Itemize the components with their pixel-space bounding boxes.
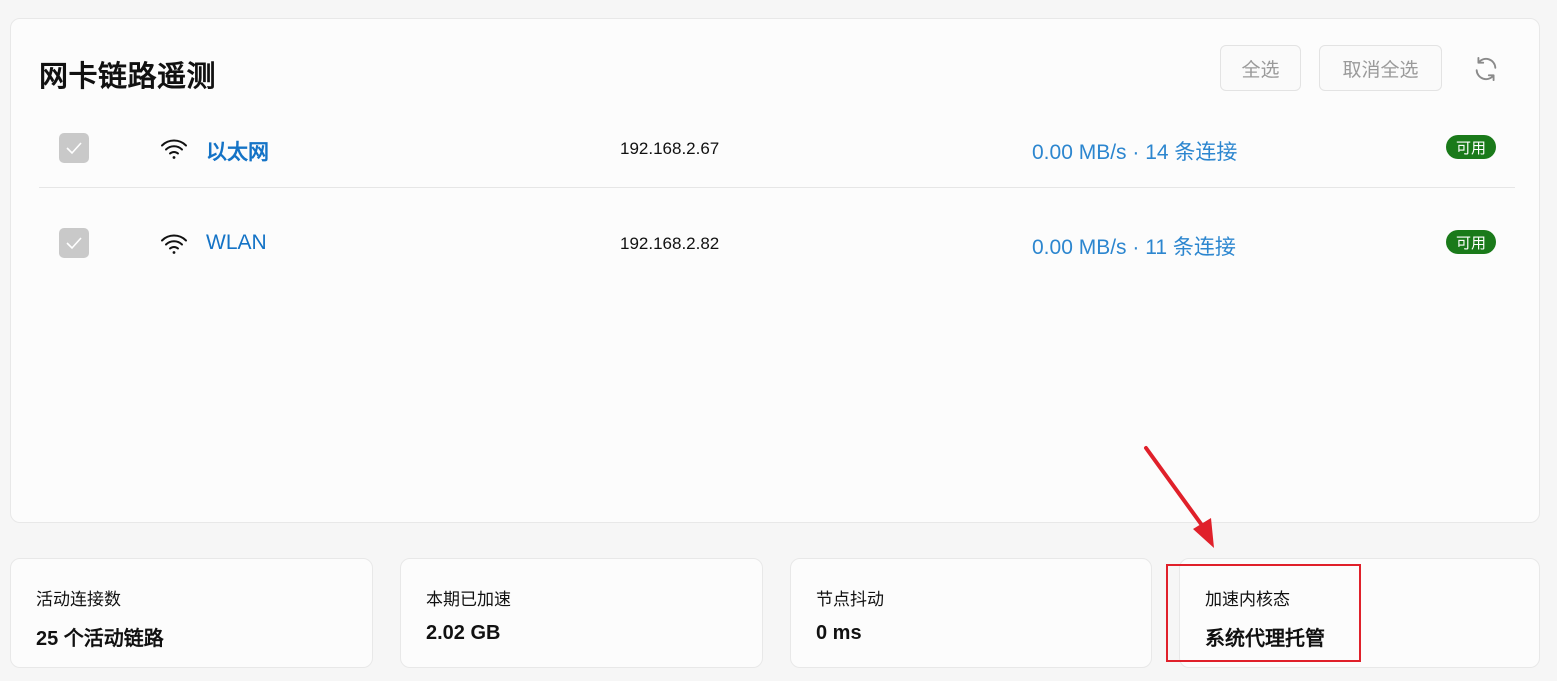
stat-label: 节点抖动 <box>816 590 884 609</box>
annotation-arrow-icon <box>1144 446 1214 548</box>
interface-ip: 192.168.2.82 <box>620 234 720 253</box>
check-icon <box>66 237 82 250</box>
interface-name[interactable]: 以太网 <box>206 136 269 166</box>
interface-row: 以太网 192.168.2.67 0.00 MB/s · 14 条连接 可用 <box>39 111 1515 188</box>
stat-card-jitter: 节点抖动 0 ms <box>790 558 1152 668</box>
nic-telemetry-panel: 网卡链路遥测 全选 取消全选 以太网 192.168.2.67 0.00 MB/… <box>10 18 1540 523</box>
stat-label: 本期已加速 <box>426 590 511 609</box>
check-icon <box>66 142 82 155</box>
annotation-highlight-box <box>1166 564 1361 662</box>
stat-value: 0 ms <box>816 622 862 644</box>
interface-checkbox[interactable] <box>59 133 89 163</box>
stat-card-accelerated: 本期已加速 2.02 GB <box>400 558 763 668</box>
stat-label: 活动连接数 <box>36 590 121 609</box>
page: 网卡链路遥测 全选 取消全选 以太网 192.168.2.67 0.00 MB/… <box>0 0 1557 681</box>
interface-ip: 192.168.2.67 <box>620 139 720 158</box>
panel-title: 网卡链路遥测 <box>39 61 217 93</box>
status-badge: 可用 <box>1446 230 1496 254</box>
select-all-button[interactable]: 全选 <box>1220 45 1301 91</box>
wifi-icon <box>160 138 188 160</box>
wifi-icon <box>160 233 188 255</box>
interface-speed: 0.00 MB/s · 14 条连接 <box>1032 141 1238 164</box>
deselect-all-button[interactable]: 取消全选 <box>1319 45 1442 91</box>
refresh-icon[interactable] <box>1471 54 1501 84</box>
interface-speed: 0.00 MB/s · 11 条连接 <box>1032 236 1236 259</box>
stat-card-active-connections: 活动连接数 25 个活动链路 <box>10 558 373 668</box>
interface-checkbox[interactable] <box>59 228 89 258</box>
interface-row: WLAN 192.168.2.82 0.00 MB/s · 11 条连接 可用 <box>39 206 1515 282</box>
interface-name[interactable]: WLAN <box>206 231 267 255</box>
status-badge: 可用 <box>1446 135 1496 159</box>
stat-value: 25 个活动链路 <box>36 628 164 650</box>
stat-value: 2.02 GB <box>426 622 501 644</box>
